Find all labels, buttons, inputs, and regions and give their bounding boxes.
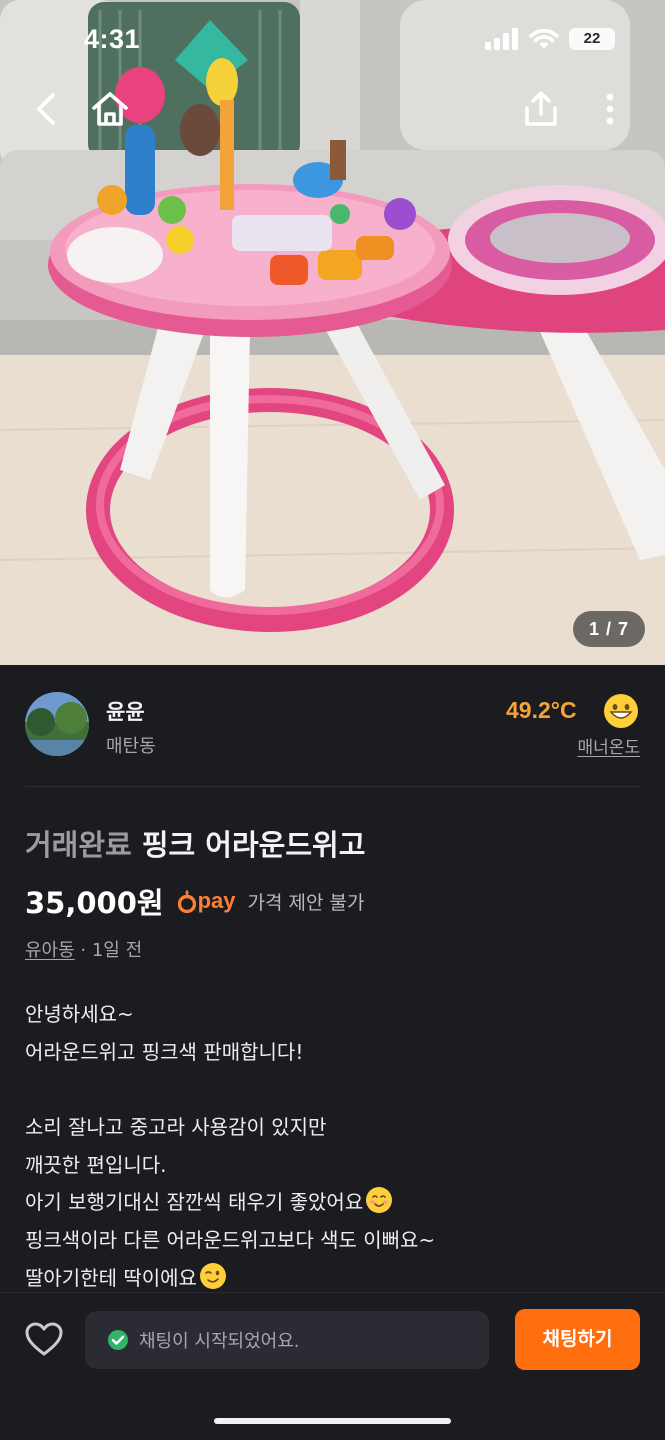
carrot-icon	[177, 890, 196, 913]
more-vertical-icon	[606, 93, 614, 125]
manner-temperature: 49.2°C	[506, 697, 577, 723]
description-line: 소리 잘나고 중고라 사용감이 있지만	[25, 1115, 327, 1140]
description-line-text: 아기 보행기대신 잠깐씩 태우기 좋았어요	[25, 1190, 364, 1215]
manner-temperature-label[interactable]: 매너온도	[577, 733, 640, 758]
description-line: 안녕하세요~	[25, 1002, 134, 1026]
wifi-icon	[529, 28, 559, 49]
photo-counter: 1 / 7	[572, 611, 645, 647]
back-button[interactable]	[24, 86, 70, 132]
back-arrow-icon	[37, 93, 55, 125]
product-meta: 유아동 · 1일 전	[25, 936, 142, 962]
pay-badge: pay	[177, 888, 236, 914]
trade-status: 거래완료	[25, 828, 132, 862]
avatar-image	[25, 692, 89, 756]
home-button[interactable]	[87, 86, 133, 132]
description-line: 어라운드위고 핑크색 판매합니다!	[25, 1039, 304, 1064]
category-link[interactable]: 유아동	[25, 940, 75, 961]
chat-status-text: 채팅이 시작되었어요.	[139, 1331, 300, 1352]
blush-smile-icon	[366, 1187, 393, 1214]
seller-name[interactable]: 윤윤	[106, 696, 145, 726]
product-description: 안녕하세요~ 어라운드위고 핑크색 판매합니다! 소리 잘나고 중고라 사용감이…	[25, 996, 640, 1298]
pay-label: pay	[197, 888, 236, 913]
status-icons: 22	[485, 28, 615, 50]
chat-button[interactable]: 채팅하기	[515, 1309, 640, 1370]
description-line	[25, 1071, 640, 1109]
check-circle-icon	[108, 1330, 128, 1350]
more-button[interactable]	[587, 86, 633, 132]
description-line-text: 딸아기한테 딱이에요	[25, 1265, 197, 1290]
negotiation-label: 가격 제안 불가	[247, 891, 365, 914]
product-photo[interactable]: 4:31 22 1 / 7	[0, 0, 665, 665]
smile-face-icon	[604, 694, 638, 728]
chat-status-banner: 채팅이 시작되었어요.	[85, 1311, 489, 1369]
avatar[interactable]	[25, 692, 89, 756]
home-icon	[92, 92, 128, 126]
product-title: 거래완료 핑크 어라운드위고	[25, 822, 365, 864]
product-price: 35,000원	[25, 886, 164, 920]
description-line: 아기 보행기대신 잠깐씩 태우기 좋았어요	[25, 1184, 640, 1222]
share-button[interactable]	[518, 86, 564, 132]
posted-time: · 1일 전	[74, 940, 143, 961]
seller-location: 매탄동	[106, 736, 156, 757]
description-line: 깨끗한 편입니다.	[25, 1152, 167, 1177]
description-line: 핑크색이라 다른 어라운드위고보다 색도 이뻐요~	[25, 1228, 436, 1253]
signal-icon	[485, 28, 518, 50]
status-bar: 4:31 22	[0, 0, 665, 80]
product-title-text: 핑크 어라운드위고	[141, 828, 366, 862]
status-time: 4:31	[84, 24, 141, 54]
price-row: 35,000원 pay 가격 제안 불가	[25, 880, 364, 922]
divider	[25, 786, 640, 787]
wink-face-icon	[199, 1262, 226, 1289]
seller-section[interactable]	[0, 666, 665, 784]
battery-icon: 22	[569, 28, 615, 50]
home-indicator[interactable]	[214, 1418, 451, 1424]
heart-icon[interactable]	[24, 1320, 64, 1360]
share-icon	[525, 91, 557, 126]
